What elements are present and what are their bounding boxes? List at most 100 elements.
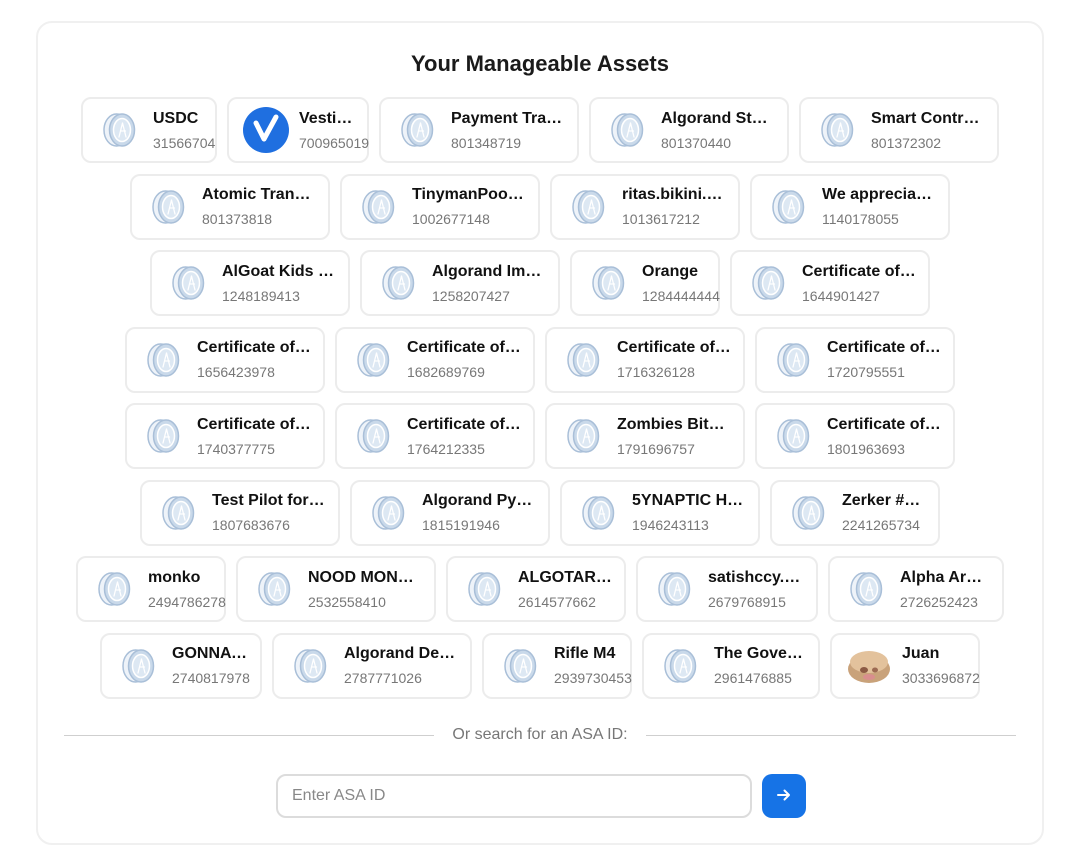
asset-id: 1248189413 [222, 287, 300, 304]
asset-name: Smart Contrac… [871, 109, 985, 127]
asset-card[interactable]: Certificate of … 1644901427 [730, 250, 930, 316]
asset-card-text: Smart Contrac… 801372302 [871, 109, 985, 152]
asset-card[interactable]: Orange 1284444444 [570, 250, 720, 316]
asset-card[interactable]: Algorand Pyth… 1815191946 [350, 479, 550, 546]
asset-id: 2241265734 [842, 517, 920, 533]
asset-card[interactable]: GONNA 117 2740817978 [100, 632, 262, 699]
algo-coin-icon [92, 566, 138, 612]
asset-card[interactable]: Algorand Stan… 801370440 [589, 97, 789, 163]
asset-card-text: Certificate of … 1682689769 [407, 338, 521, 381]
asset-name: Algorand Dev… [344, 645, 458, 662]
asset-card[interactable]: Test Pilot for 4… 1807683676 [140, 479, 340, 546]
asset-card[interactable]: Certificate of … 1682689769 [335, 326, 535, 393]
asset-card[interactable]: Payment Tran… 801348719 [379, 97, 579, 163]
asset-name: Certificate of … [617, 339, 731, 356]
asset-card[interactable]: We appreciate… 1140178055 [750, 173, 950, 240]
asset-id: 801372302 [871, 134, 942, 151]
divider-line-right [645, 734, 1016, 736]
search-submit-button[interactable] [762, 774, 806, 818]
asset-card[interactable]: ritas.bikini.algo 1013617212 [550, 173, 740, 240]
page-title: Your Manageable Assets [411, 51, 669, 76]
asset-card[interactable]: Certificate of … 1740377775 [125, 403, 325, 469]
asset-id: 2494786278 [148, 593, 226, 610]
algo-coin-icon [566, 184, 612, 230]
algo-coin-icon [156, 490, 202, 536]
asset-name: We appreciate… [822, 186, 936, 203]
asset-name: 5YNAPTIC HA… [632, 492, 746, 509]
algo-coin-icon [141, 337, 187, 383]
asset-id: 1801963693 [827, 440, 905, 457]
algo-coin-icon [116, 643, 162, 689]
asset-card[interactable]: Alpha Arcade 2726252423 [828, 556, 1004, 622]
asset-name: Certificate of … [407, 339, 521, 356]
asset-id: 2740817978 [172, 670, 250, 686]
asset-card[interactable]: Certificate of … 1764212335 [335, 403, 535, 469]
algo-coin-icon [376, 260, 422, 306]
divider-line-left [64, 734, 435, 736]
asset-card[interactable]: monko 2494786278 [76, 556, 226, 622]
asset-card[interactable]: Certificate of … 1720795551 [755, 326, 955, 393]
asset-id: 2961476885 [714, 670, 792, 686]
asset-card[interactable]: ALGOTARDIO 2614577662 [446, 556, 626, 622]
asset-id: 801348719 [451, 134, 522, 151]
asset-card[interactable]: USDC 31566704 [81, 97, 217, 163]
asset-id: 700965019 [299, 134, 370, 151]
asset-name: Vestige [299, 109, 355, 127]
asset-card[interactable]: Vestige 700965019 [227, 97, 369, 163]
asset-row: USDC 31566704 Vestige 700965019 Payment Tran… [70, 97, 1010, 163]
asset-name: ALGOTARDIO [518, 568, 612, 586]
asset-name: AlGoat Kids #… [222, 262, 336, 280]
asset-card[interactable]: Rifle M4 2939730453 [482, 632, 632, 699]
asset-card[interactable]: satishccy.algo 2679768915 [636, 556, 818, 622]
assets-grid: USDC 31566704 Vestige 700965019 Payment Tran… [70, 97, 1010, 709]
asset-id: 1807683676 [212, 517, 290, 533]
asset-id: 2679768915 [708, 593, 786, 610]
asset-name: Payment Tran… [451, 109, 565, 127]
asset-card[interactable]: Certificate of … 1656423978 [125, 326, 325, 393]
asset-card[interactable]: TinymanPool2… 1002677148 [340, 173, 540, 240]
asset-card[interactable]: NOOD MONKE… 2532558410 [236, 556, 436, 622]
search-divider: Or search for an ASA ID: [64, 723, 1016, 747]
asset-card[interactable]: Atomic Transa… 801373818 [130, 173, 330, 240]
asset-row: GONNA 117 2740817978 Algorand Dev… 27877710… [70, 632, 1010, 699]
asset-id: 3033696872 [902, 670, 980, 686]
asset-id: 1284444444 [642, 287, 720, 304]
asa-id-input[interactable] [276, 774, 752, 818]
asset-card[interactable]: Juan 3033696872 [830, 632, 980, 699]
asset-id: 1644901427 [802, 287, 880, 304]
algo-coin-icon [652, 566, 698, 612]
asset-card[interactable]: AlGoat Kids #… 1248189413 [150, 250, 350, 316]
asset-id: 1815191946 [422, 517, 500, 533]
asset-card[interactable]: 5YNAPTIC HA… 1946243113 [560, 479, 760, 546]
algo-coin-icon [786, 490, 832, 536]
algo-coin-icon [288, 643, 334, 689]
asset-card[interactable]: Algorand Dev… 2787771026 [272, 632, 472, 699]
asset-id: 1740377775 [197, 440, 275, 457]
asset-card[interactable]: Certificate of … 1716326128 [545, 326, 745, 393]
asset-name: Zerker #0408 [842, 492, 926, 509]
algo-coin-icon [356, 184, 402, 230]
asset-card[interactable]: Algorand Imp… 1258207427 [360, 250, 560, 316]
asset-card-text: Algorand Dev… 2787771026 [344, 644, 458, 687]
asset-card[interactable]: Zombies Bite … 1791696757 [545, 403, 745, 469]
asset-card[interactable]: Smart Contrac… 801372302 [799, 97, 999, 163]
algo-coin-icon [498, 643, 544, 689]
asset-card-text: Algorand Stan… 801370440 [661, 109, 775, 152]
vestige-logo-icon [243, 107, 289, 153]
asset-name: Certificate of … [197, 339, 311, 356]
asset-id: 1716326128 [617, 364, 695, 380]
algo-coin-icon [146, 184, 192, 230]
asset-name: Algorand Stan… [661, 109, 775, 127]
asset-card[interactable]: Certificate of … 1801963693 [755, 403, 955, 469]
asset-id: 801373818 [202, 211, 273, 227]
algo-coin-icon [766, 184, 812, 230]
asset-card[interactable]: The Governor 2961476885 [642, 632, 820, 699]
asset-card-text: Alpha Arcade 2726252423 [900, 568, 990, 611]
juan-avatar-icon [846, 643, 892, 689]
asset-card[interactable]: Zerker #0408 2241265734 [770, 479, 940, 546]
asset-row: monko 2494786278 NOOD MONKE… 2532558410 ALGO… [70, 556, 1010, 622]
asset-name: Certificate of … [802, 262, 916, 280]
asset-name: Orange [642, 262, 699, 280]
asset-name: The Governor [714, 645, 806, 662]
asset-id: 1720795551 [827, 364, 905, 380]
